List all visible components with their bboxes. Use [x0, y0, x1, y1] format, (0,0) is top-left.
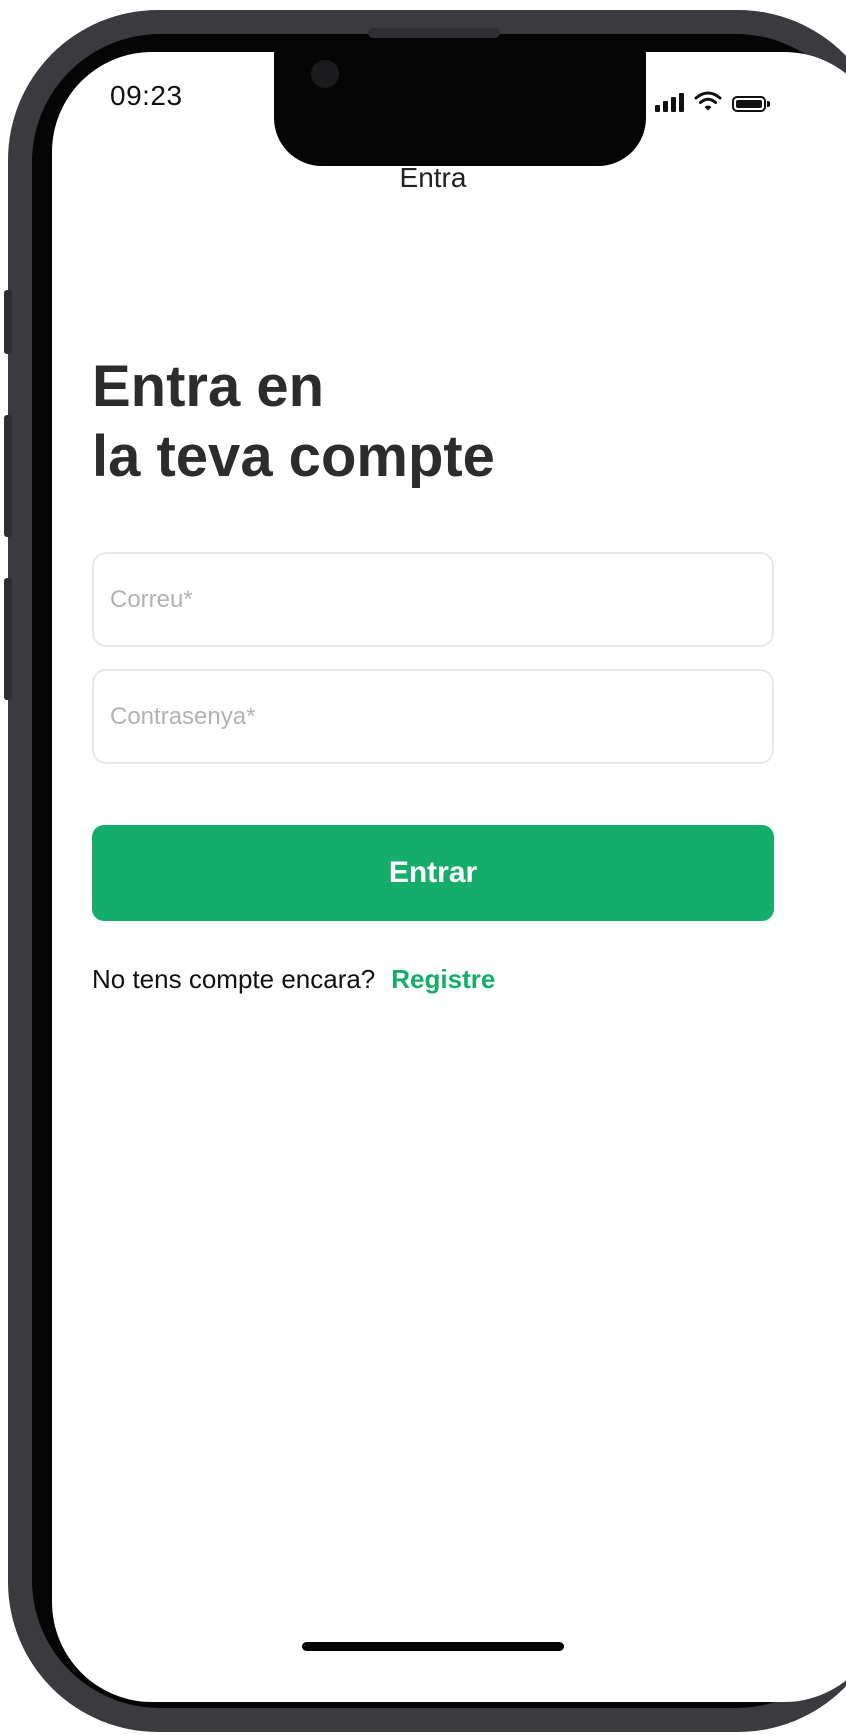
login-button[interactable]: Entrar — [92, 825, 774, 921]
nav-title: Entra — [399, 162, 467, 193]
device-mockup: 09:23 Entra Entra en la teva compte Entr… — [0, 0, 846, 1735]
app-content: Entra Entra en la teva compte Entrar No … — [52, 52, 846, 1702]
register-prompt-row: No tens compte encara? Registre — [92, 964, 495, 995]
silent-switch — [4, 290, 12, 354]
register-prompt-text: No tens compte encara? — [92, 964, 376, 994]
page-title-line-2: la teva compte — [92, 424, 495, 489]
page-title: Entra en la teva compte — [92, 352, 495, 492]
volume-down-button — [4, 578, 12, 700]
speaker-grille — [368, 28, 500, 38]
home-indicator[interactable] — [302, 1642, 564, 1651]
volume-up-button — [4, 415, 12, 537]
page-title-line-1: Entra en — [92, 354, 325, 419]
register-link[interactable]: Registre — [391, 964, 495, 994]
email-field[interactable] — [92, 552, 774, 647]
password-field[interactable] — [92, 669, 774, 764]
